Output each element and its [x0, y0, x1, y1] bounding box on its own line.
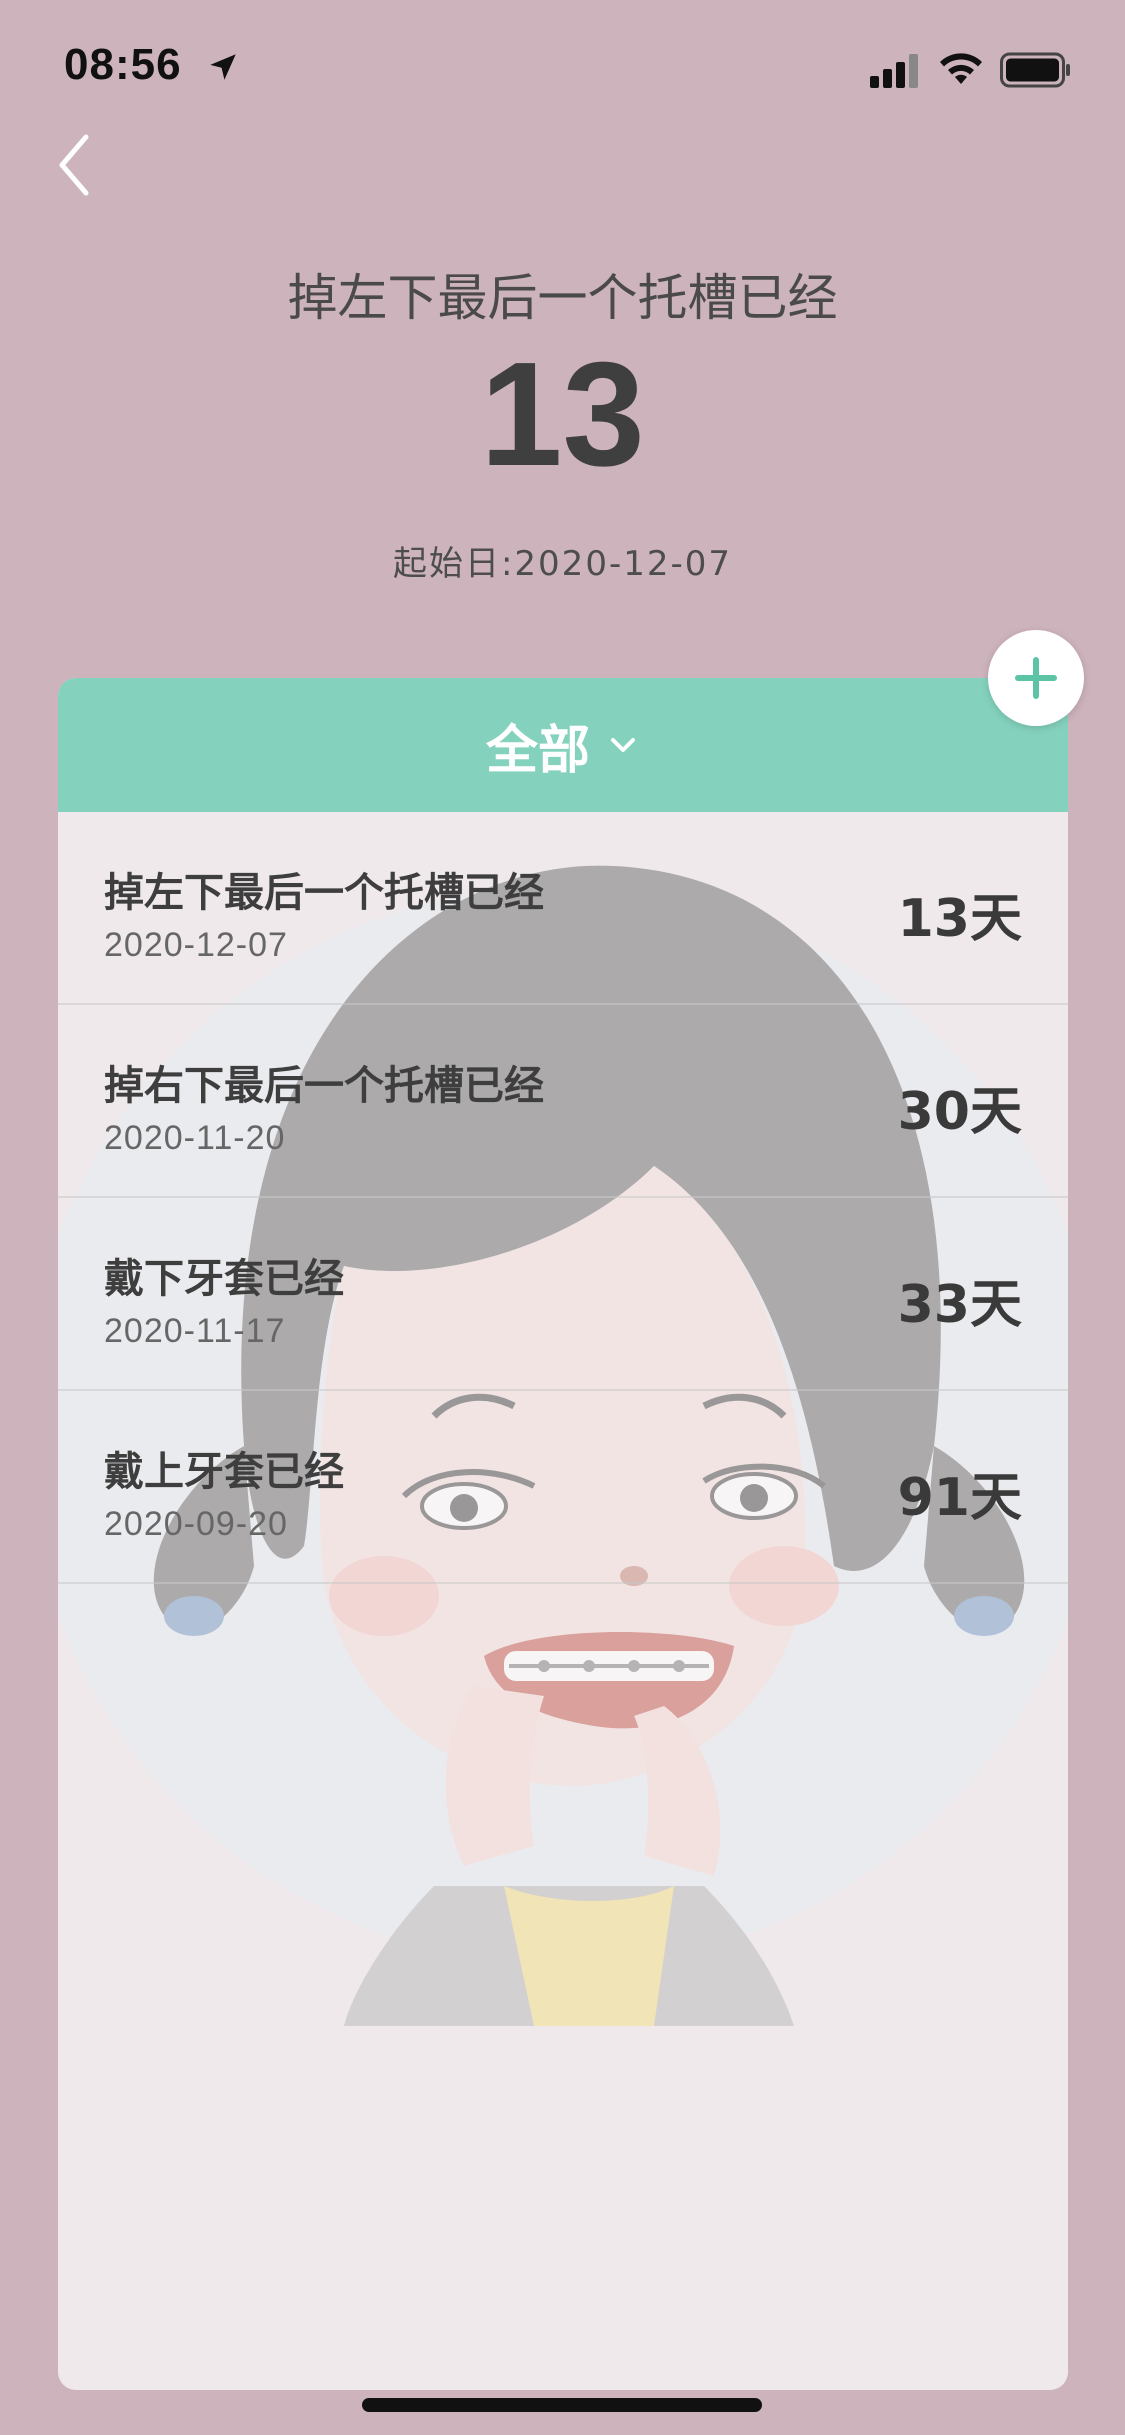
event-date: 2020-12-07	[104, 926, 288, 964]
counter-value: 13	[480, 332, 645, 497]
event-days: 13天	[897, 889, 1022, 949]
events-card: 全部 掉左下最后一个托槽已经 2020-12-07 13天 掉右下最后一个托槽已…	[58, 678, 1068, 2390]
event-title: 戴上牙套已经	[104, 1449, 344, 1495]
counter-title: 掉左下最后一个托槽已经	[287, 269, 838, 327]
chevron-down-icon	[611, 738, 635, 752]
cellular-signal-icon	[870, 54, 918, 88]
event-date: 2020-09-20	[104, 1505, 288, 1543]
event-days: 30天	[897, 1082, 1022, 1142]
event-title: 戴下牙套已经	[104, 1256, 344, 1302]
screen: 08:56 掉左下最后一个托槽已经 13 起始日:2020-12-07 全部 掉…	[0, 0, 1125, 2435]
filter-dropdown[interactable]: 全部	[58, 678, 1068, 812]
back-button[interactable]	[50, 125, 110, 205]
event-item[interactable]: 戴上牙套已经 2020-09-20 91天	[58, 1391, 1068, 1584]
event-date: 2020-11-17	[104, 1312, 286, 1350]
start-date: 起始日:2020-12-07	[392, 544, 733, 584]
plus-icon	[1015, 657, 1057, 699]
event-item[interactable]: 戴下牙套已经 2020-11-17 33天	[58, 1198, 1068, 1391]
status-bar: 08:56	[0, 0, 1125, 140]
wifi-icon	[940, 53, 982, 84]
battery-icon	[1000, 52, 1070, 88]
status-time: 08:56	[64, 40, 182, 89]
events-list: 掉左下最后一个托槽已经 2020-12-07 13天 掉右下最后一个托槽已经 2…	[58, 812, 1068, 1584]
event-item[interactable]: 掉左下最后一个托槽已经 2020-12-07 13天	[58, 812, 1068, 1005]
event-title: 掉右下最后一个托槽已经	[104, 1063, 544, 1109]
event-item[interactable]: 掉右下最后一个托槽已经 2020-11-20 30天	[58, 1005, 1068, 1198]
home-indicator[interactable]	[362, 2398, 762, 2412]
event-date: 2020-11-20	[104, 1119, 286, 1157]
event-days: 33天	[897, 1275, 1022, 1335]
filter-label: 全部	[485, 720, 590, 781]
event-days: 91天	[897, 1468, 1022, 1528]
add-event-button[interactable]	[988, 630, 1084, 726]
event-title: 掉左下最后一个托槽已经	[104, 870, 544, 916]
location-arrow-icon	[210, 54, 236, 80]
